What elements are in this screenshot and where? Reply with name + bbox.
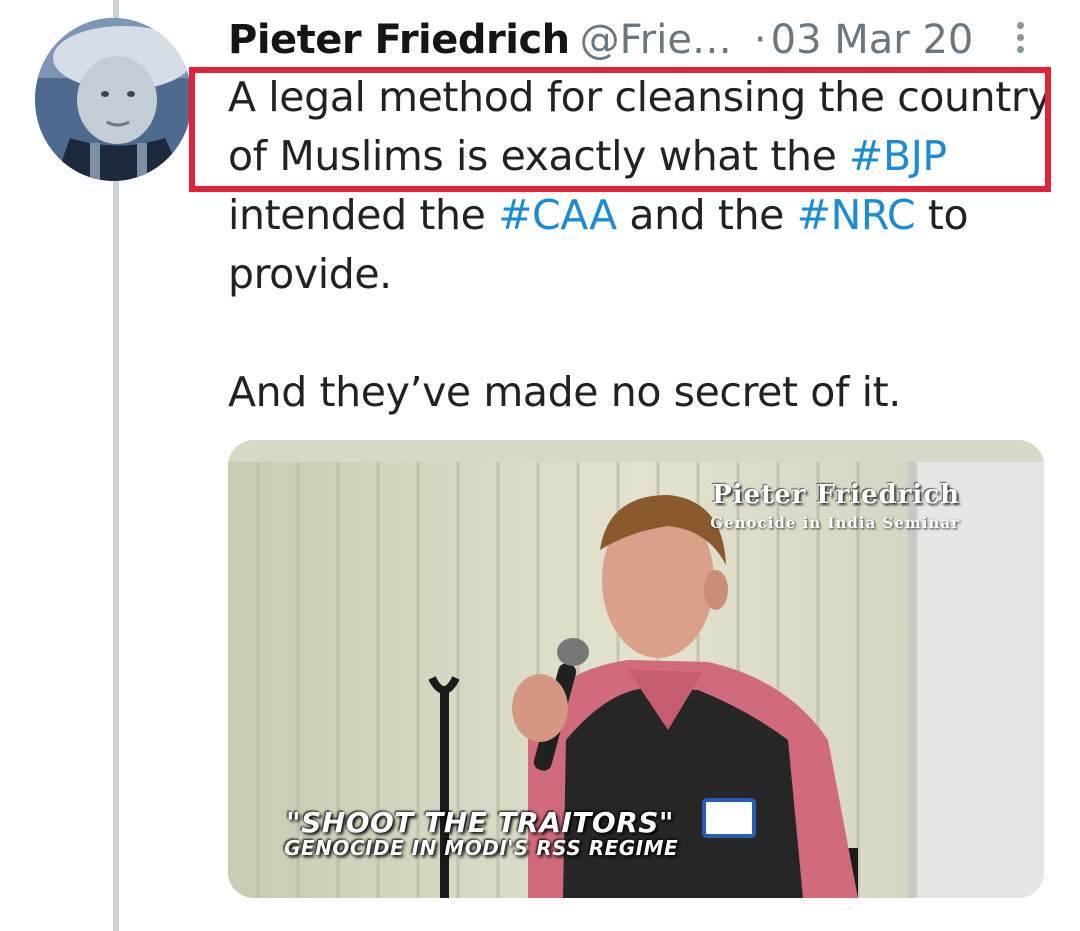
vertical-ellipsis-icon[interactable] [1008, 18, 1032, 60]
meta-separator: · [753, 17, 767, 63]
text-segment: of Muslims is exactly what the [228, 132, 850, 180]
tweet-media-video[interactable]: Pieter Friedrich Genocide in India Semin… [228, 440, 1044, 898]
tweet-text-line: of Muslims is exactly what the #BJP [228, 127, 1058, 186]
tweet-text-line: A legal method for cleansing the country [228, 68, 1058, 127]
hashtag-link-nrc[interactable]: #NRC [797, 191, 916, 239]
author-name[interactable]: Pieter Friedrich [228, 17, 570, 63]
video-overlay-subtitle: Genocide in India Seminar [710, 514, 960, 532]
avatar-image [35, 18, 192, 181]
video-caption-main: "SHOOT THE TRAITORS" [286, 806, 675, 839]
author-handle[interactable]: @Frie… [580, 17, 732, 63]
tweet-text-line: intended the #CAA and the #NRC to [228, 186, 1058, 245]
avatar[interactable] [35, 18, 192, 181]
text-segment: provide. [228, 250, 392, 298]
hashtag-link-caa[interactable]: #CAA [498, 191, 617, 239]
text-segment: intended the [228, 191, 499, 239]
text-segment: And they’ve made no secret of it. [228, 368, 901, 416]
text-segment: A legal method for cleansing the country [228, 73, 1052, 121]
hashtag-link-bjp[interactable]: #BJP [849, 132, 947, 180]
text-segment: and the [616, 191, 797, 239]
tweet-text: A legal method for cleansing the country… [228, 68, 1058, 422]
video-overlay-title: Pieter Friedrich [712, 480, 960, 510]
tweet-date[interactable]: 03 Mar 20 [771, 17, 974, 63]
text-segment: to [915, 191, 969, 239]
tweet-text-line: provide. [228, 245, 1058, 304]
tweet-text-line: And they’ve made no secret of it. [228, 363, 1058, 422]
video-caption-sub: GENOCIDE IN MODI'S RSS REGIME [284, 836, 679, 860]
tweet-header: Pieter Friedrich @Frie… · 03 Mar 20 [228, 12, 1048, 68]
